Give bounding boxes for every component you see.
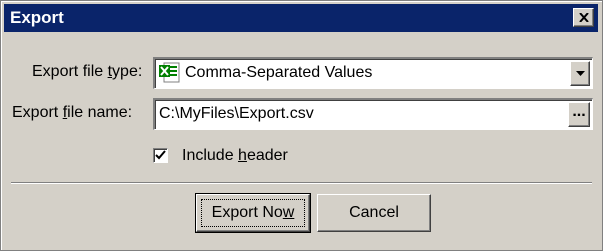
close-button[interactable] xyxy=(573,8,594,27)
include-header-label[interactable]: Include header xyxy=(182,147,288,165)
include-header-checkbox[interactable] xyxy=(153,148,168,163)
separator xyxy=(11,182,592,184)
file-name-value: C:\MyFiles\Export.csv xyxy=(159,105,314,122)
title-bar[interactable]: Export xyxy=(4,4,598,32)
file-name-label: Export file name: xyxy=(12,104,133,121)
file-name-input[interactable]: C:\MyFiles\Export.csv ... xyxy=(153,98,593,130)
file-type-dropdown-button[interactable] xyxy=(570,61,590,86)
checkmark-icon xyxy=(155,150,166,160)
browse-button-label: ... xyxy=(572,103,586,120)
focus-rectangle xyxy=(201,199,305,227)
chevron-down-icon xyxy=(576,71,585,76)
export-now-button[interactable]: Export Now xyxy=(195,193,311,233)
cancel-button[interactable]: Cancel xyxy=(317,194,431,232)
excel-file-icon xyxy=(159,62,180,83)
export-dialog: Export Export file type: Comma-Separated… xyxy=(0,0,603,251)
file-type-select[interactable]: Comma-Separated Values xyxy=(153,57,593,89)
close-icon xyxy=(579,13,589,22)
cancel-label: Cancel xyxy=(349,204,399,221)
browse-button[interactable]: ... xyxy=(568,102,590,127)
file-type-value: Comma-Separated Values xyxy=(185,64,373,81)
dialog-title: Export xyxy=(10,8,64,27)
file-type-label: Export file type: xyxy=(32,63,143,80)
